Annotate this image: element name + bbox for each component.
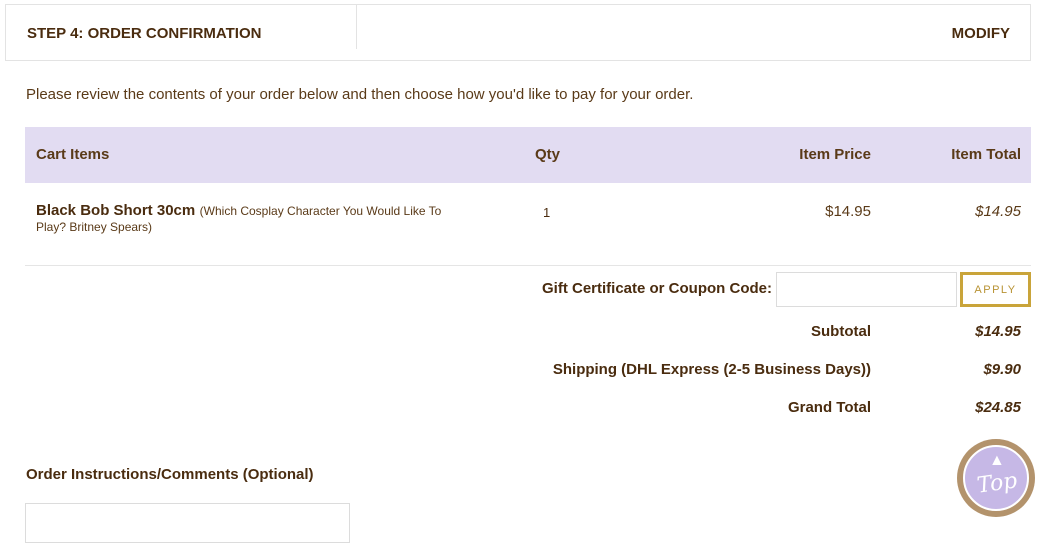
header-item-total: Item Total bbox=[951, 146, 1021, 163]
cart-item-description: Black Bob Short 30cm (Which Cosplay Char… bbox=[36, 203, 466, 235]
step-title: STEP 4: ORDER CONFIRMATION bbox=[27, 25, 262, 42]
arrow-up-icon: ▲ bbox=[989, 452, 1005, 469]
comments-textarea[interactable] bbox=[25, 503, 350, 543]
cart-item-qty: 1 bbox=[543, 205, 551, 220]
back-to-top-button[interactable]: ▲ Top bbox=[955, 437, 1037, 519]
header-divider bbox=[356, 5, 357, 49]
subtotal-label: Subtotal bbox=[811, 323, 871, 340]
shipping-value: $9.90 bbox=[983, 361, 1021, 378]
grand-total-value: $24.85 bbox=[975, 399, 1021, 416]
apply-button[interactable]: APPLY bbox=[960, 272, 1031, 307]
intro-text: Please review the contents of your order… bbox=[26, 86, 694, 103]
header-cart-items: Cart Items bbox=[36, 146, 110, 163]
divider bbox=[25, 265, 1031, 266]
header-qty: Qty bbox=[535, 146, 561, 163]
grand-total-label: Grand Total bbox=[787, 399, 871, 416]
modify-link[interactable]: MODIFY bbox=[952, 25, 1010, 42]
cart-table-header: Cart Items Qty Item Price Item Total bbox=[25, 127, 1031, 183]
coupon-code-input[interactable] bbox=[776, 272, 957, 307]
step-header: STEP 4: ORDER CONFIRMATION MODIFY bbox=[5, 4, 1031, 61]
cart-item-total: $14.95 bbox=[975, 203, 1021, 220]
cart-item-price: $14.95 bbox=[825, 203, 871, 220]
shipping-label: Shipping (DHL Express (2-5 Business Days… bbox=[552, 361, 871, 378]
coupon-label: Gift Certificate or Coupon Code: bbox=[542, 280, 772, 297]
subtotal-value: $14.95 bbox=[975, 323, 1021, 340]
product-name[interactable]: Black Bob Short 30cm bbox=[36, 202, 195, 219]
header-item-price: Item Price bbox=[799, 146, 871, 163]
comments-label: Order Instructions/Comments (Optional) bbox=[26, 466, 314, 483]
